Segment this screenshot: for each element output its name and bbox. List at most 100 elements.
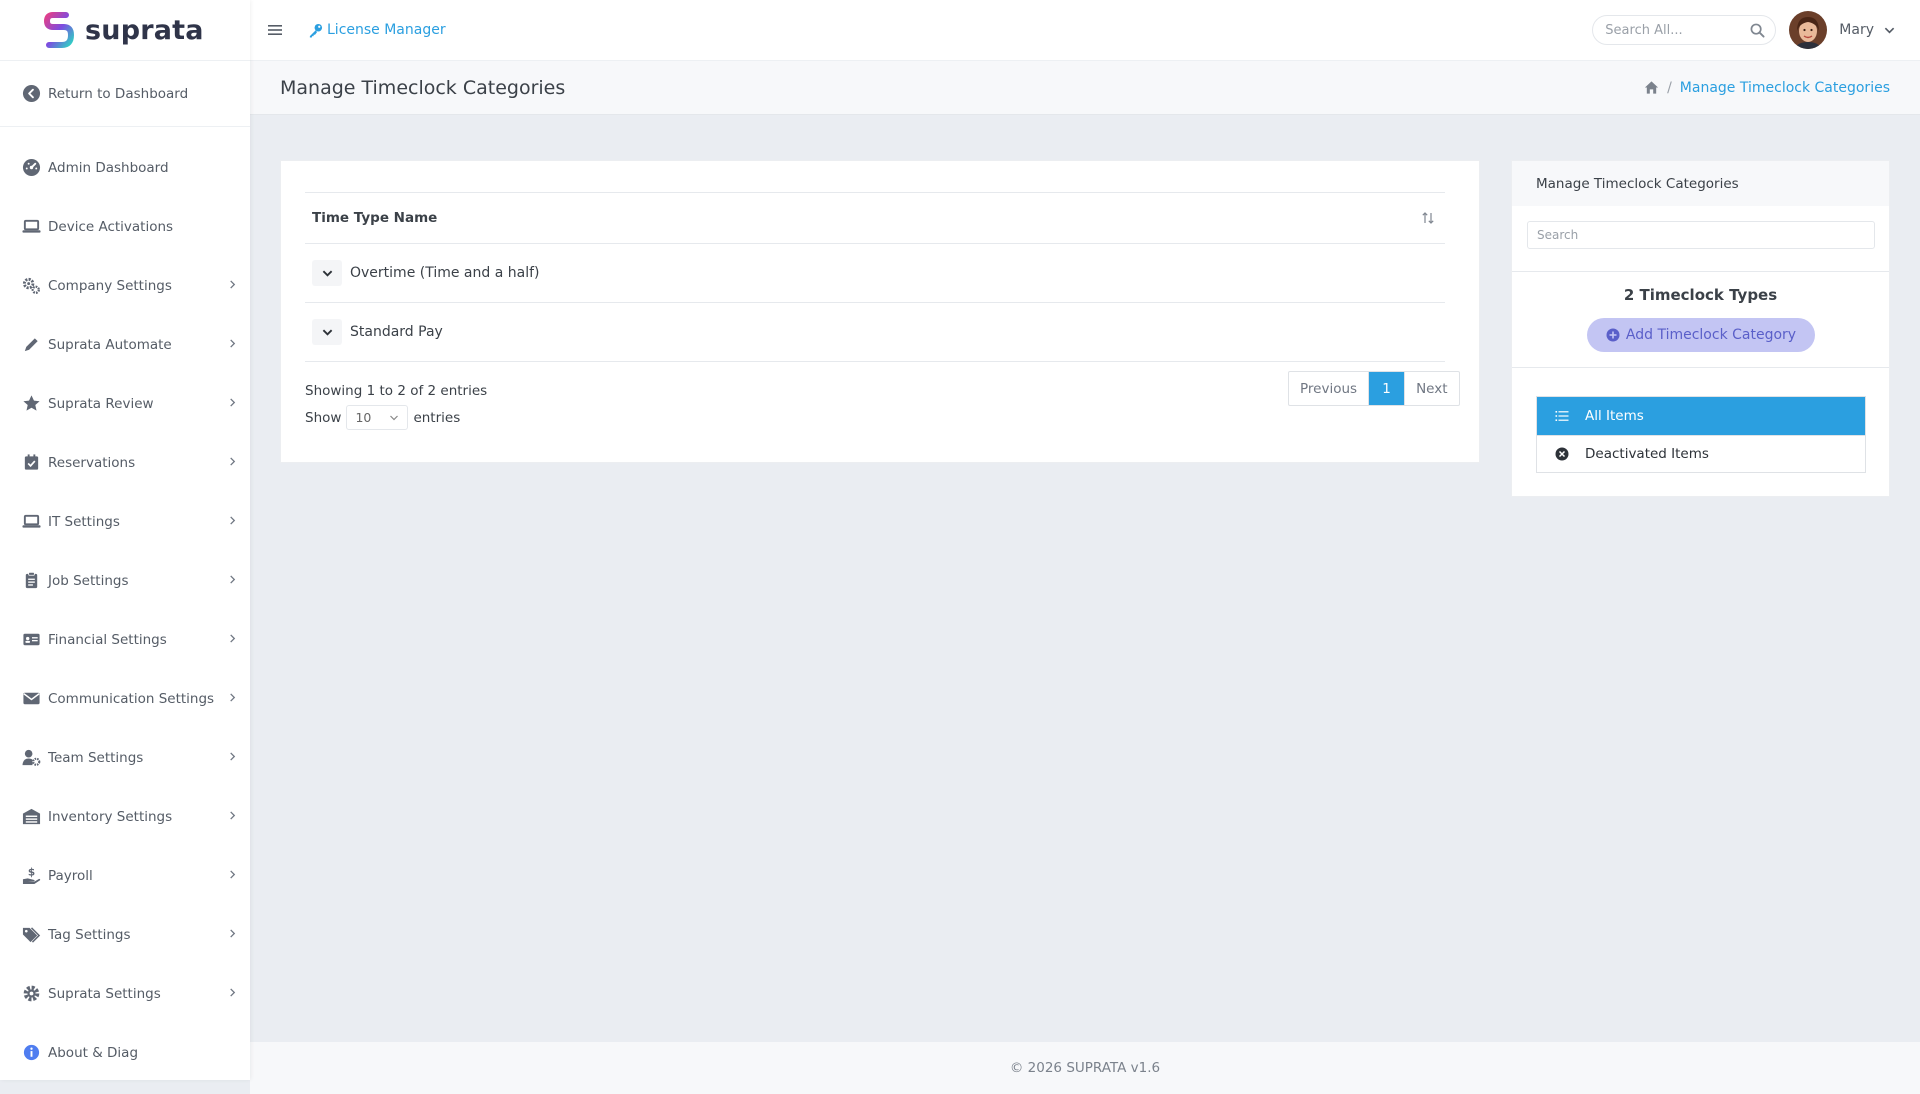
hand-dollar-icon: $ (21, 866, 41, 886)
side-panel: Manage Timeclock Categories 2 Timeclock … (1511, 160, 1890, 497)
chevron-right-icon (230, 869, 236, 879)
sidebar-item-it-settings[interactable]: IT Settings (0, 492, 250, 551)
chevron-right-icon (230, 810, 236, 820)
chevron-down-icon (322, 270, 332, 277)
timeclock-count-title: 2 Timeclock Types (1623, 286, 1778, 304)
svg-text:$: $ (27, 867, 34, 879)
global-search (1592, 15, 1777, 45)
sidebar-item-suprata-automate[interactable]: Suprata Automate (0, 315, 250, 374)
sidebar-item-admin-dashboard[interactable]: Admin Dashboard (0, 138, 250, 197)
sidebar-item-payroll[interactable]: $ Payroll (0, 846, 250, 905)
plus-circle-icon (1606, 328, 1620, 342)
sidebar-item-inventory-settings[interactable]: Inventory Settings (0, 787, 250, 846)
sidebar-item-company-settings[interactable]: Company Settings (0, 256, 250, 315)
license-manager-link[interactable]: License Manager (308, 22, 446, 38)
filter-all-items[interactable]: All Items (1537, 397, 1865, 435)
showing-entries-text: Showing 1 to 2 of 2 entries (305, 383, 488, 399)
gear-icon (21, 984, 41, 1004)
home-icon[interactable] (1644, 80, 1659, 95)
table-header[interactable]: Time Type Name (305, 192, 1445, 244)
sidebar-item-label: Inventory Settings (48, 808, 173, 825)
sidebar-item-label: Admin Dashboard (48, 159, 169, 176)
gauge-icon (21, 158, 41, 178)
chevron-down-icon[interactable] (1884, 25, 1895, 36)
sidebar-item-job-settings[interactable]: Job Settings (0, 551, 250, 610)
page-size-select[interactable]: 10 (346, 405, 409, 430)
sidebar-item-suprata-settings[interactable]: Suprata Settings (0, 964, 250, 1023)
calendar-check-icon (21, 453, 41, 473)
chevron-right-icon (230, 987, 236, 997)
return-to-dashboard-link[interactable]: Return to Dashboard (0, 61, 250, 127)
info-circle-icon (21, 1043, 41, 1063)
sidebar-item-label: Company Settings (48, 277, 172, 294)
sidebar-item-financial-settings[interactable]: Financial Settings (0, 610, 250, 669)
laptop-icon (21, 512, 41, 532)
sidebar-item-label: Tag Settings (48, 926, 131, 943)
brand-logo[interactable]: suprata (0, 0, 250, 61)
sidebar-item-about-diag[interactable]: About & Diag (0, 1023, 250, 1082)
add-timeclock-category-button[interactable]: Add Timeclock Category (1587, 318, 1815, 352)
sort-icon[interactable] (1421, 211, 1435, 225)
table-row[interactable]: Standard Pay (305, 303, 1445, 362)
sidebar-item-label: Suprata Settings (48, 985, 161, 1002)
show-label: Show (305, 409, 342, 426)
warehouse-icon (21, 807, 41, 827)
table-row[interactable]: Overtime (Time and a half) (305, 244, 1445, 303)
breadcrumb-separator: / (1667, 79, 1672, 96)
star-icon (21, 394, 41, 414)
side-panel-title: Manage Timeclock Categories (1512, 161, 1889, 206)
timeclock-table-card: Time Type Name Overtime (Time and a half… (280, 160, 1480, 463)
sidebar-item-label: Team Settings (48, 749, 144, 766)
chevron-right-icon (230, 397, 236, 407)
chevron-down-icon (322, 329, 332, 336)
pagination-page-button[interactable]: 1 (1369, 372, 1405, 405)
row-expand-toggle[interactable] (312, 260, 342, 286)
sidebar-item-label: Suprata Automate (48, 336, 172, 353)
global-search-input[interactable] (1605, 22, 1751, 38)
suprata-logo-icon (44, 12, 74, 48)
sidebar-item-device-activations[interactable]: Device Activations (0, 197, 250, 256)
avatar[interactable] (1789, 11, 1828, 49)
laptop-icon (21, 217, 41, 237)
search-icon[interactable] (1750, 23, 1765, 38)
pagination-next-button[interactable]: Next (1404, 372, 1458, 405)
brand-name: suprata (85, 14, 204, 46)
sidebar-item-label: Communication Settings (48, 690, 215, 707)
sidebar-item-label: Suprata Review (48, 395, 154, 412)
chevron-right-icon (230, 633, 236, 643)
hamburger-menu-icon[interactable] (266, 22, 284, 38)
chevron-right-icon (230, 515, 236, 525)
side-search-input[interactable] (1527, 221, 1875, 249)
sidebar-item-label: Payroll (48, 867, 93, 884)
row-expand-toggle[interactable] (312, 319, 342, 345)
sidebar-nav: Admin Dashboard Device Activations Compa… (0, 127, 250, 1082)
timeclock-count-block: 2 Timeclock Types Add Timeclock Category (1512, 272, 1889, 368)
entries-label: entries (413, 409, 461, 426)
sidebar-item-suprata-review[interactable]: Suprata Review (0, 374, 250, 433)
column-header-time-type-name: Time Type Name (312, 210, 438, 226)
sidebar: suprata Return to Dashboard Admin Dashbo… (0, 0, 250, 1080)
add-timeclock-category-label: Add Timeclock Category (1625, 327, 1797, 343)
topbar: License Manager Mary (250, 0, 1920, 61)
sidebar-item-label: Financial Settings (48, 631, 167, 648)
id-card-icon (21, 630, 41, 650)
user-name[interactable]: Mary (1839, 22, 1874, 38)
sidebar-item-label: IT Settings (48, 513, 120, 530)
topbar-right: Mary (1592, 11, 1895, 49)
sidebar-item-tag-settings[interactable]: Tag Settings (0, 905, 250, 964)
breadcrumb: / Manage Timeclock Categories (1644, 80, 1890, 96)
arrow-left-circle-icon (21, 84, 41, 104)
chevron-right-icon (230, 574, 236, 584)
user-gear-icon (21, 748, 41, 768)
chevron-right-icon (230, 456, 236, 466)
sidebar-item-team-settings[interactable]: Team Settings (0, 728, 250, 787)
footer-text: © 2026 SUPRATA v1.6 (1009, 1060, 1161, 1076)
sidebar-item-reservations[interactable]: Reservations (0, 433, 250, 492)
pagination-previous-button[interactable]: Previous (1289, 372, 1370, 405)
chevron-right-icon (230, 279, 236, 289)
pen-icon (21, 335, 41, 355)
filter-deactivated-items[interactable]: Deactivated Items (1537, 435, 1865, 472)
key-icon (309, 23, 323, 38)
chevron-down-icon (390, 415, 399, 421)
sidebar-item-communication-settings[interactable]: Communication Settings (0, 669, 250, 728)
